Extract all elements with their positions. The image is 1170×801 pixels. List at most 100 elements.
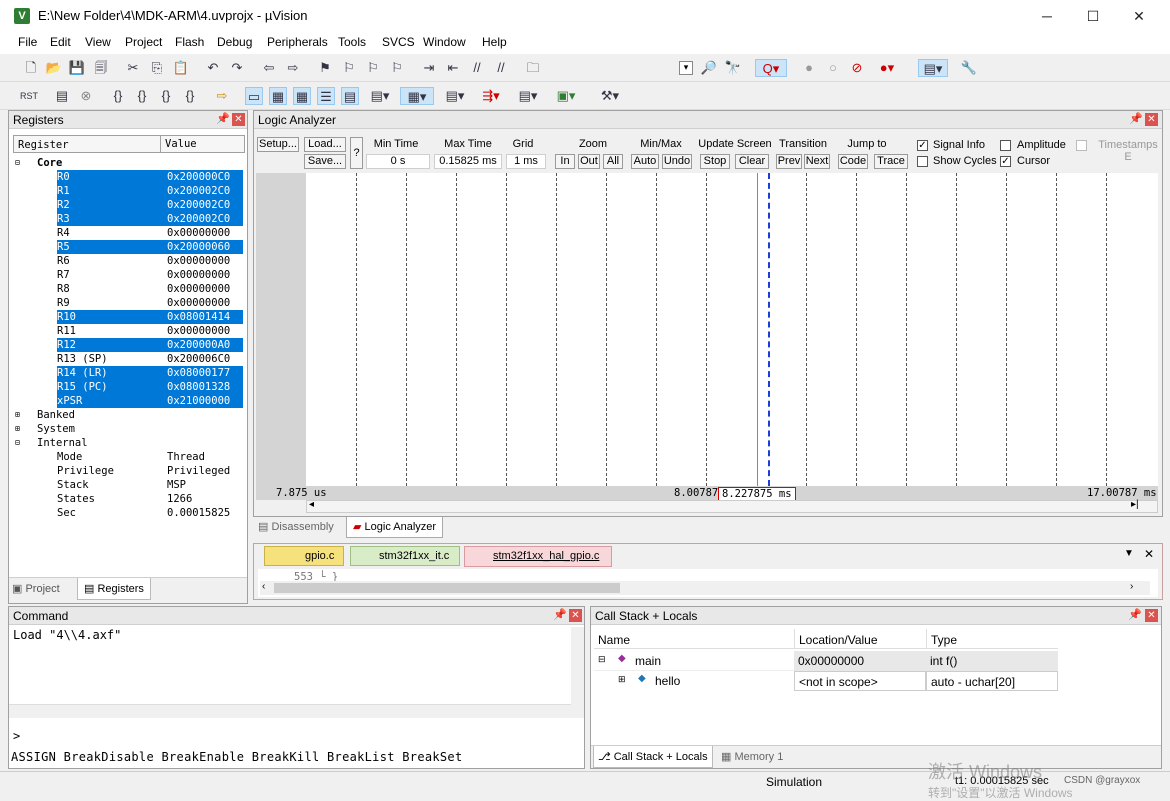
- window-layout-icon[interactable]: ▤▾: [918, 59, 948, 77]
- search-combo-dropdown[interactable]: ▾: [679, 61, 693, 75]
- menu-view[interactable]: View: [85, 35, 111, 49]
- waveform-area[interactable]: [306, 173, 1158, 486]
- signal-info-checkbox[interactable]: ✓: [917, 140, 928, 151]
- run-icon[interactable]: ▤: [53, 87, 71, 105]
- uncomment-icon[interactable]: //: [492, 59, 510, 77]
- pin-icon[interactable]: 📌: [553, 608, 567, 621]
- tab-stm32f1xx-hal-gpio-c[interactable]: stm32f1xx_hal_gpio.c: [464, 546, 612, 567]
- menu-flash[interactable]: Flash: [175, 35, 204, 49]
- unindent-icon[interactable]: ⇤: [444, 59, 462, 77]
- bookmark-icon[interactable]: ⚑: [316, 59, 334, 77]
- register-row[interactable]: R11 0x00000000: [9, 324, 253, 338]
- clear-bookmarks-icon[interactable]: ⚐: [388, 59, 406, 77]
- register-row[interactable]: R14 (LR) 0x08000177: [57, 366, 243, 380]
- tab-logic-analyzer[interactable]: ▰ Logic Analyzer: [346, 517, 444, 538]
- register-row[interactable]: R12 0x200000A0: [57, 338, 243, 352]
- chevron-down-icon[interactable]: ▼: [1124, 548, 1134, 559]
- stop-icon[interactable]: ⊗: [77, 87, 95, 105]
- cut-icon[interactable]: ✂: [124, 59, 142, 77]
- zoom-in-button[interactable]: In: [555, 154, 575, 169]
- redo-icon[interactable]: ↷: [228, 59, 246, 77]
- internal-row[interactable]: Sec 0.00015825: [9, 506, 253, 520]
- register-row[interactable]: R3 0x200002C0: [57, 212, 243, 226]
- register-row[interactable]: R10 0x08001414: [57, 310, 243, 324]
- trace-window-icon[interactable]: ▤▾: [513, 87, 543, 105]
- register-row[interactable]: R6 0x00000000: [9, 254, 253, 268]
- pin-icon[interactable]: 📌: [1128, 608, 1142, 621]
- command-window-icon[interactable]: ▭: [245, 87, 263, 105]
- step-over-icon[interactable]: {}: [133, 87, 151, 105]
- command-vscroll[interactable]: [571, 627, 584, 705]
- timestamps-checkbox[interactable]: [1076, 140, 1087, 151]
- register-row[interactable]: R5 0x20000060: [57, 240, 243, 254]
- register-row[interactable]: R4 0x00000000: [9, 226, 253, 240]
- watch-window-icon[interactable]: ▤▾: [365, 87, 395, 105]
- register-group[interactable]: ⊞ Banked: [9, 408, 253, 422]
- reset-icon[interactable]: RST: [20, 87, 38, 105]
- symbols-window-icon[interactable]: ▦: [293, 87, 311, 105]
- tab-project[interactable]: ▣ Project: [12, 582, 60, 595]
- tab-stm32f1xx-it-c[interactable]: stm32f1xx_it.c: [350, 546, 460, 566]
- zoom-all-button[interactable]: All: [603, 154, 623, 169]
- command-prompt[interactable]: >: [13, 729, 20, 743]
- serial-window-icon[interactable]: ▤▾: [440, 87, 470, 105]
- setup-button[interactable]: Setup...: [257, 137, 299, 152]
- close-panel-icon[interactable]: ✕: [1145, 609, 1158, 622]
- trace-button[interactable]: Trace: [874, 154, 908, 169]
- menu-help[interactable]: Help: [482, 35, 507, 49]
- system-viewer-icon[interactable]: ▣▾: [550, 87, 582, 105]
- memory-window-icon[interactable]: ▦▾: [400, 87, 434, 105]
- copy-icon[interactable]: ⎘: [148, 59, 166, 77]
- find-icon[interactable]: 🔎: [700, 59, 718, 77]
- open-file-icon[interactable]: 📂: [45, 59, 63, 77]
- register-row[interactable]: ⊞ xPSR 0x21000000: [37, 394, 243, 408]
- undo-icon[interactable]: ↶: [204, 59, 222, 77]
- prev-button[interactable]: Prev: [776, 154, 802, 169]
- save-all-icon[interactable]: 🗐: [92, 59, 110, 77]
- horizontal-scrollbar[interactable]: ◂ ▸|: [306, 499, 1158, 513]
- insert-breakpoint-icon[interactable]: ●: [800, 59, 818, 77]
- minimize-button[interactable]: ─: [1024, 0, 1070, 32]
- menu-peripherals[interactable]: Peripherals: [267, 35, 328, 49]
- zoom-out-button[interactable]: Out: [578, 154, 600, 169]
- call-stack-window-icon[interactable]: ▤: [341, 87, 359, 105]
- load-button[interactable]: Load...: [304, 137, 346, 152]
- close-panel-icon[interactable]: ✕: [569, 609, 582, 622]
- collapse-icon[interactable]: ⊟: [15, 156, 20, 170]
- close-button[interactable]: ✕: [1116, 0, 1162, 32]
- internal-row[interactable]: States 1266: [9, 492, 253, 506]
- register-row[interactable]: R1 0x200002C0: [57, 184, 243, 198]
- register-group[interactable]: ⊟ Internal: [9, 436, 253, 450]
- menu-debug[interactable]: Debug: [217, 35, 252, 49]
- maximize-button[interactable]: ☐: [1070, 0, 1116, 32]
- tab-disassembly[interactable]: ▤ Disassembly: [258, 520, 334, 533]
- help-button[interactable]: ?: [350, 137, 363, 169]
- pin-icon[interactable]: 📌: [1129, 112, 1143, 125]
- internal-row[interactable]: Mode Thread: [9, 450, 253, 464]
- internal-row[interactable]: Privilege Privileged: [9, 464, 253, 478]
- core-group[interactable]: Core: [37, 156, 62, 170]
- command-hscroll[interactable]: [9, 704, 584, 718]
- comment-icon[interactable]: //: [468, 59, 486, 77]
- save-icon[interactable]: 💾: [68, 59, 86, 77]
- menu-window[interactable]: Window: [423, 35, 466, 49]
- register-group[interactable]: ⊞ System: [9, 422, 253, 436]
- table-row[interactable]: ⊟ ◆ main 0x00000000 int f(): [594, 651, 1058, 671]
- register-row[interactable]: R7 0x00000000: [9, 268, 253, 282]
- nav-forward-icon[interactable]: ⇨: [284, 59, 302, 77]
- tab-call-stack[interactable]: ⎇ Call Stack + Locals: [593, 746, 713, 768]
- register-row[interactable]: R0 0x200000C0: [57, 170, 243, 184]
- code-view[interactable]: 553 └ } ‹ ›: [258, 569, 1158, 597]
- enable-breakpoint-icon[interactable]: ○: [824, 59, 842, 77]
- internal-row[interactable]: Stack MSP: [9, 478, 253, 492]
- close-panel-icon[interactable]: ✕: [232, 113, 245, 126]
- run-to-cursor-icon[interactable]: {}: [181, 87, 199, 105]
- register-row[interactable]: R13 (SP) 0x200006C0: [9, 352, 253, 366]
- cursor-checkbox[interactable]: ✓: [1000, 156, 1011, 167]
- tab-memory-1[interactable]: ▦ Memory 1: [721, 750, 783, 763]
- editor-hscroll[interactable]: ‹ ›: [260, 581, 1150, 595]
- show-next-statement-icon[interactable]: ⇨: [213, 87, 231, 105]
- tab-gpio-c[interactable]: gpio.c: [264, 546, 344, 566]
- auto-button[interactable]: Auto: [631, 154, 659, 169]
- register-row[interactable]: R9 0x00000000: [9, 296, 253, 310]
